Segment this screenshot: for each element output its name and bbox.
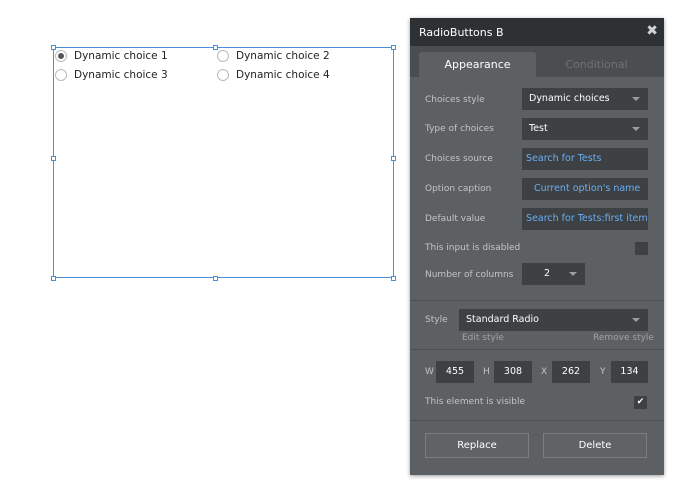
type-of-choices-label: Type of choices — [425, 124, 494, 134]
resize-handle-n[interactable] — [213, 45, 218, 50]
element-visible-label: This element is visible — [425, 397, 526, 407]
delete-button[interactable]: Delete — [543, 433, 647, 458]
type-of-choices-dropdown[interactable]: Test — [522, 118, 648, 140]
radio-circle[interactable] — [217, 69, 229, 81]
element-visible-checkbox[interactable]: ✔ — [634, 396, 647, 409]
radio-option-label: Dynamic choice 1 — [74, 50, 168, 62]
chevron-down-icon — [632, 127, 640, 131]
resize-handle-sw[interactable] — [51, 276, 56, 281]
style-label: Style — [425, 315, 448, 325]
default-value-field[interactable]: Search for Tests:first item — [522, 208, 648, 230]
radio-option-1[interactable]: Dynamic choice 1 — [55, 50, 168, 62]
radio-option-3[interactable]: Dynamic choice 3 — [55, 69, 168, 81]
default-value-label: Default value — [425, 214, 486, 224]
divider — [410, 349, 664, 350]
property-editor-panel: RadioButtons B ✖ Appearance Conditional … — [410, 18, 664, 475]
y-input[interactable]: 134 — [611, 361, 648, 383]
divider — [410, 300, 664, 301]
radio-option-4[interactable]: Dynamic choice 4 — [217, 69, 330, 81]
radio-option-label: Dynamic choice 2 — [236, 50, 330, 62]
height-label: H — [483, 367, 490, 377]
height-input[interactable]: 308 — [494, 361, 532, 383]
style-value: Standard Radio — [466, 314, 539, 325]
resize-handle-ne[interactable] — [391, 45, 396, 50]
number-of-columns-value: 2 — [544, 268, 551, 279]
resize-handle-e[interactable] — [391, 156, 396, 161]
checkmark-icon: ✔ — [636, 397, 645, 407]
x-input[interactable]: 262 — [552, 361, 590, 383]
replace-button[interactable]: Replace — [425, 433, 529, 458]
resize-handle-nw[interactable] — [51, 45, 56, 50]
x-label: X — [541, 367, 548, 377]
choices-source-label: Choices source — [425, 154, 493, 164]
y-label: Y — [600, 367, 606, 377]
radio-circle[interactable] — [217, 50, 229, 62]
radio-option-2[interactable]: Dynamic choice 2 — [217, 50, 330, 62]
choices-source-field[interactable]: Search for Tests — [522, 148, 648, 170]
resize-handle-se[interactable] — [391, 276, 396, 281]
radio-circle-checked[interactable] — [55, 50, 67, 62]
number-of-columns-dropdown[interactable]: 2 — [522, 263, 585, 285]
panel-header[interactable]: RadioButtons B ✖ — [410, 18, 664, 46]
edit-style-link[interactable]: Edit style — [462, 333, 504, 343]
width-label: W — [425, 367, 434, 377]
close-icon[interactable]: ✖ — [646, 23, 658, 39]
radio-buttons-element[interactable]: Dynamic choice 1 Dynamic choice 2 Dynami… — [53, 47, 394, 278]
remove-style-link[interactable]: Remove style — [593, 333, 654, 343]
resize-handle-w[interactable] — [51, 156, 56, 161]
tab-appearance[interactable]: Appearance — [419, 52, 536, 77]
option-caption-label: Option caption — [425, 184, 492, 194]
choices-style-dropdown[interactable]: Dynamic choices — [522, 88, 648, 110]
resize-handle-s[interactable] — [213, 276, 218, 281]
tab-conditional[interactable]: Conditional — [538, 52, 655, 77]
style-dropdown[interactable]: Standard Radio — [459, 309, 648, 331]
option-caption-field[interactable]: Current option's name — [522, 178, 648, 200]
chevron-down-icon — [632, 318, 640, 322]
input-disabled-checkbox[interactable] — [635, 242, 648, 255]
choices-style-label: Choices style — [425, 95, 485, 105]
number-of-columns-label: Number of columns — [425, 270, 514, 280]
tab-bar: Appearance Conditional — [410, 46, 664, 77]
panel-title: RadioButtons B — [419, 26, 504, 39]
choices-style-value: Dynamic choices — [529, 93, 610, 104]
radio-circle[interactable] — [55, 69, 67, 81]
radio-option-label: Dynamic choice 4 — [236, 69, 330, 81]
input-disabled-label: This input is disabled — [425, 243, 521, 253]
chevron-down-icon — [632, 97, 640, 101]
chevron-down-icon — [569, 272, 577, 276]
divider — [410, 420, 664, 421]
type-of-choices-value: Test — [529, 123, 548, 134]
radio-option-label: Dynamic choice 3 — [74, 69, 168, 81]
width-input[interactable]: 455 — [436, 361, 474, 383]
